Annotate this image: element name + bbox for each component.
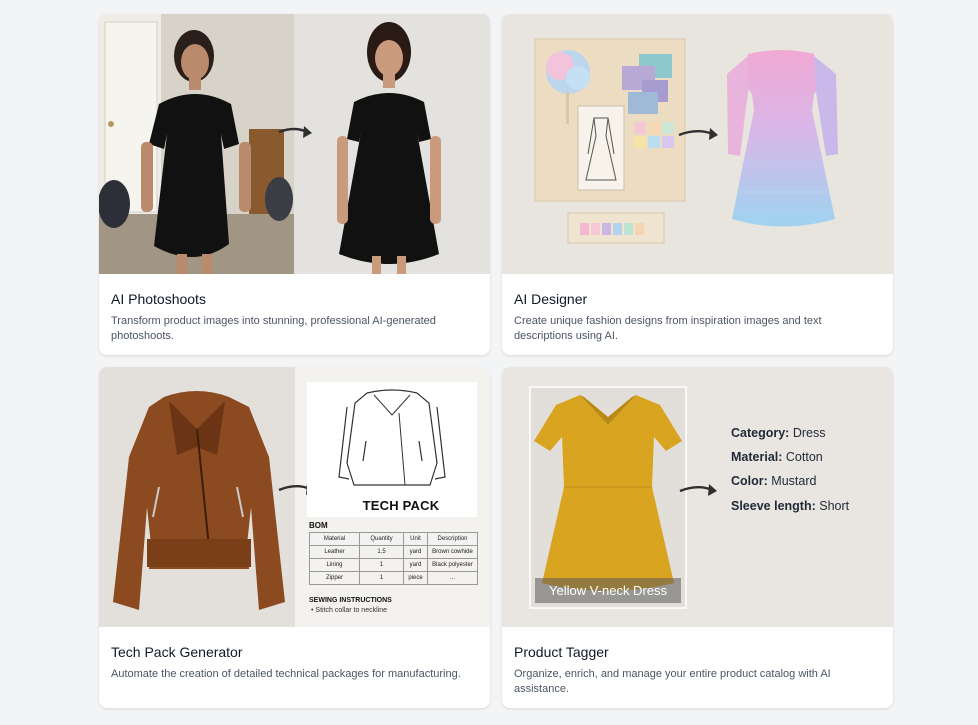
bom-cell: Brown cowhide: [427, 545, 478, 559]
feature-card-ai-photoshoots[interactable]: AI Photoshoots Transform product images …: [99, 14, 490, 355]
card-title: AI Photoshoots: [111, 291, 206, 307]
attribute-value: Mustard: [771, 474, 817, 488]
product-caption: Yellow V-neck Dress: [535, 578, 681, 603]
attribute-sleeve-length: Sleeve length: Short: [731, 498, 849, 514]
bom-header-cell: Description: [427, 532, 478, 546]
photoshoot-preview-image: [99, 14, 490, 274]
bom-cell: yard: [403, 545, 428, 559]
attribute-key: Category:: [731, 426, 790, 440]
bom-cell: Black polyester: [427, 558, 478, 572]
attribute-color: Color: Mustard: [731, 473, 816, 489]
bom-row: Lining 1 yard Black polyester: [309, 558, 478, 572]
attribute-key: Material:: [731, 450, 783, 464]
bom-table: Material Quantity Unit Description Leath…: [309, 532, 478, 585]
bom-row: Zipper 1 piece ...: [309, 571, 478, 585]
card-title: AI Designer: [514, 291, 588, 307]
attribute-material: Material: Cotton: [731, 449, 823, 465]
bom-cell: Zipper: [309, 571, 360, 585]
bom-cell: Leather: [309, 545, 360, 559]
bom-header-cell: Material: [309, 532, 360, 546]
attribute-key: Color:: [731, 474, 768, 488]
feature-card-ai-designer[interactable]: AI Designer Create unique fashion design…: [502, 14, 893, 355]
sewing-instruction-item: • Stitch collar to neckline: [311, 607, 387, 614]
card-description: Create unique fashion designs from inspi…: [514, 315, 822, 342]
bom-cell: ...: [427, 571, 478, 585]
bom-header-cell: Quantity: [359, 532, 404, 546]
tech-pack-heading: TECH PACK: [362, 498, 440, 513]
designer-preview-image: [502, 14, 893, 274]
product-tagger-preview-image: Yellow V-neck Dress Category: Dress Mate…: [502, 367, 893, 627]
attribute-value: Cotton: [785, 450, 823, 464]
bom-header-cell: Unit: [403, 532, 428, 546]
bom-cell: Lining: [309, 558, 360, 572]
feature-card-product-tagger[interactable]: Yellow V-neck Dress Category: Dress Mate…: [502, 367, 893, 708]
attribute-value: Dress: [792, 426, 826, 440]
attribute-value: Short: [819, 499, 850, 513]
sewing-instructions-label: SEWING INSTRUCTIONS: [309, 597, 392, 604]
bom-row: Leather 1.5 yard Brown cowhide: [309, 545, 478, 559]
card-title: Tech Pack Generator: [111, 644, 243, 660]
card-title: Product Tagger: [514, 644, 609, 660]
bom-label: BOM: [309, 521, 328, 530]
card-description: Transform product images into stunning, …: [111, 315, 436, 342]
bom-cell: 1: [359, 571, 404, 585]
bom-cell: yard: [403, 558, 428, 572]
attribute-category: Category: Dress: [731, 425, 825, 441]
feature-card-tech-pack-generator[interactable]: TECH PACK BOM Material Quantity Unit Des…: [99, 367, 490, 708]
card-description: Automate the creation of detailed techni…: [111, 668, 461, 680]
bom-header-row: Material Quantity Unit Description: [309, 532, 478, 546]
bom-cell: 1: [359, 558, 404, 572]
attribute-key: Sleeve length:: [731, 499, 816, 513]
card-description: Organize, enrich, and manage your entire…: [514, 668, 831, 695]
tech-pack-preview-image: TECH PACK BOM Material Quantity Unit Des…: [99, 367, 490, 627]
bom-cell: 1.5: [359, 545, 404, 559]
bom-cell: piece: [403, 571, 428, 585]
